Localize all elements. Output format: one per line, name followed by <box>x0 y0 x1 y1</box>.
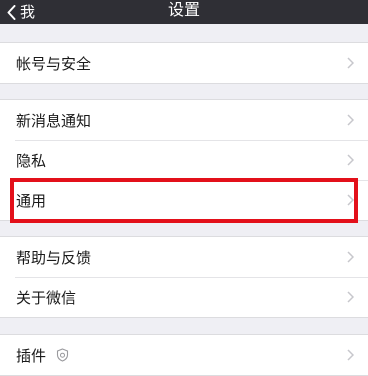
settings-item-help-feedback[interactable]: 帮助与反馈 <box>0 237 368 277</box>
settings-item-plugins[interactable]: 插件 <box>0 335 368 375</box>
chevron-right-icon <box>347 154 354 166</box>
settings-item-label: 新消息通知 <box>16 111 92 130</box>
settings-item-privacy[interactable]: 隐私 <box>0 140 368 180</box>
settings-item-label: 通用 <box>16 191 47 210</box>
settings-item-notifications[interactable]: 新消息通知 <box>0 100 368 140</box>
settings-item-label: 隐私 <box>16 151 47 170</box>
shield-badge-icon <box>56 348 69 362</box>
chevron-right-icon <box>347 194 354 206</box>
page-title: 设置 <box>167 0 200 19</box>
chevron-right-icon <box>347 349 354 361</box>
settings-item-account-security[interactable]: 帐号与安全 <box>0 43 368 83</box>
chevron-right-icon <box>347 114 354 126</box>
chevron-right-icon <box>347 251 354 263</box>
settings-group-help: 帮助与反馈 关于微信 <box>0 236 368 318</box>
settings-item-about[interactable]: 关于微信 <box>0 277 368 317</box>
settings-item-label: 关于微信 <box>16 288 77 307</box>
settings-item-label: 插件 <box>16 346 47 365</box>
settings-group-account: 帐号与安全 <box>0 42 368 84</box>
settings-item-label: 帐号与安全 <box>16 54 92 73</box>
settings-item-label: 帮助与反馈 <box>16 248 92 267</box>
chevron-right-icon <box>347 291 354 303</box>
chevron-right-icon <box>347 57 354 69</box>
settings-item-general[interactable]: 通用 <box>0 180 368 220</box>
settings-group-general: 新消息通知 隐私 通用 <box>0 99 368 221</box>
navigation-bar: 我 设置 <box>0 0 368 24</box>
settings-group-plugins: 插件 <box>0 334 368 376</box>
